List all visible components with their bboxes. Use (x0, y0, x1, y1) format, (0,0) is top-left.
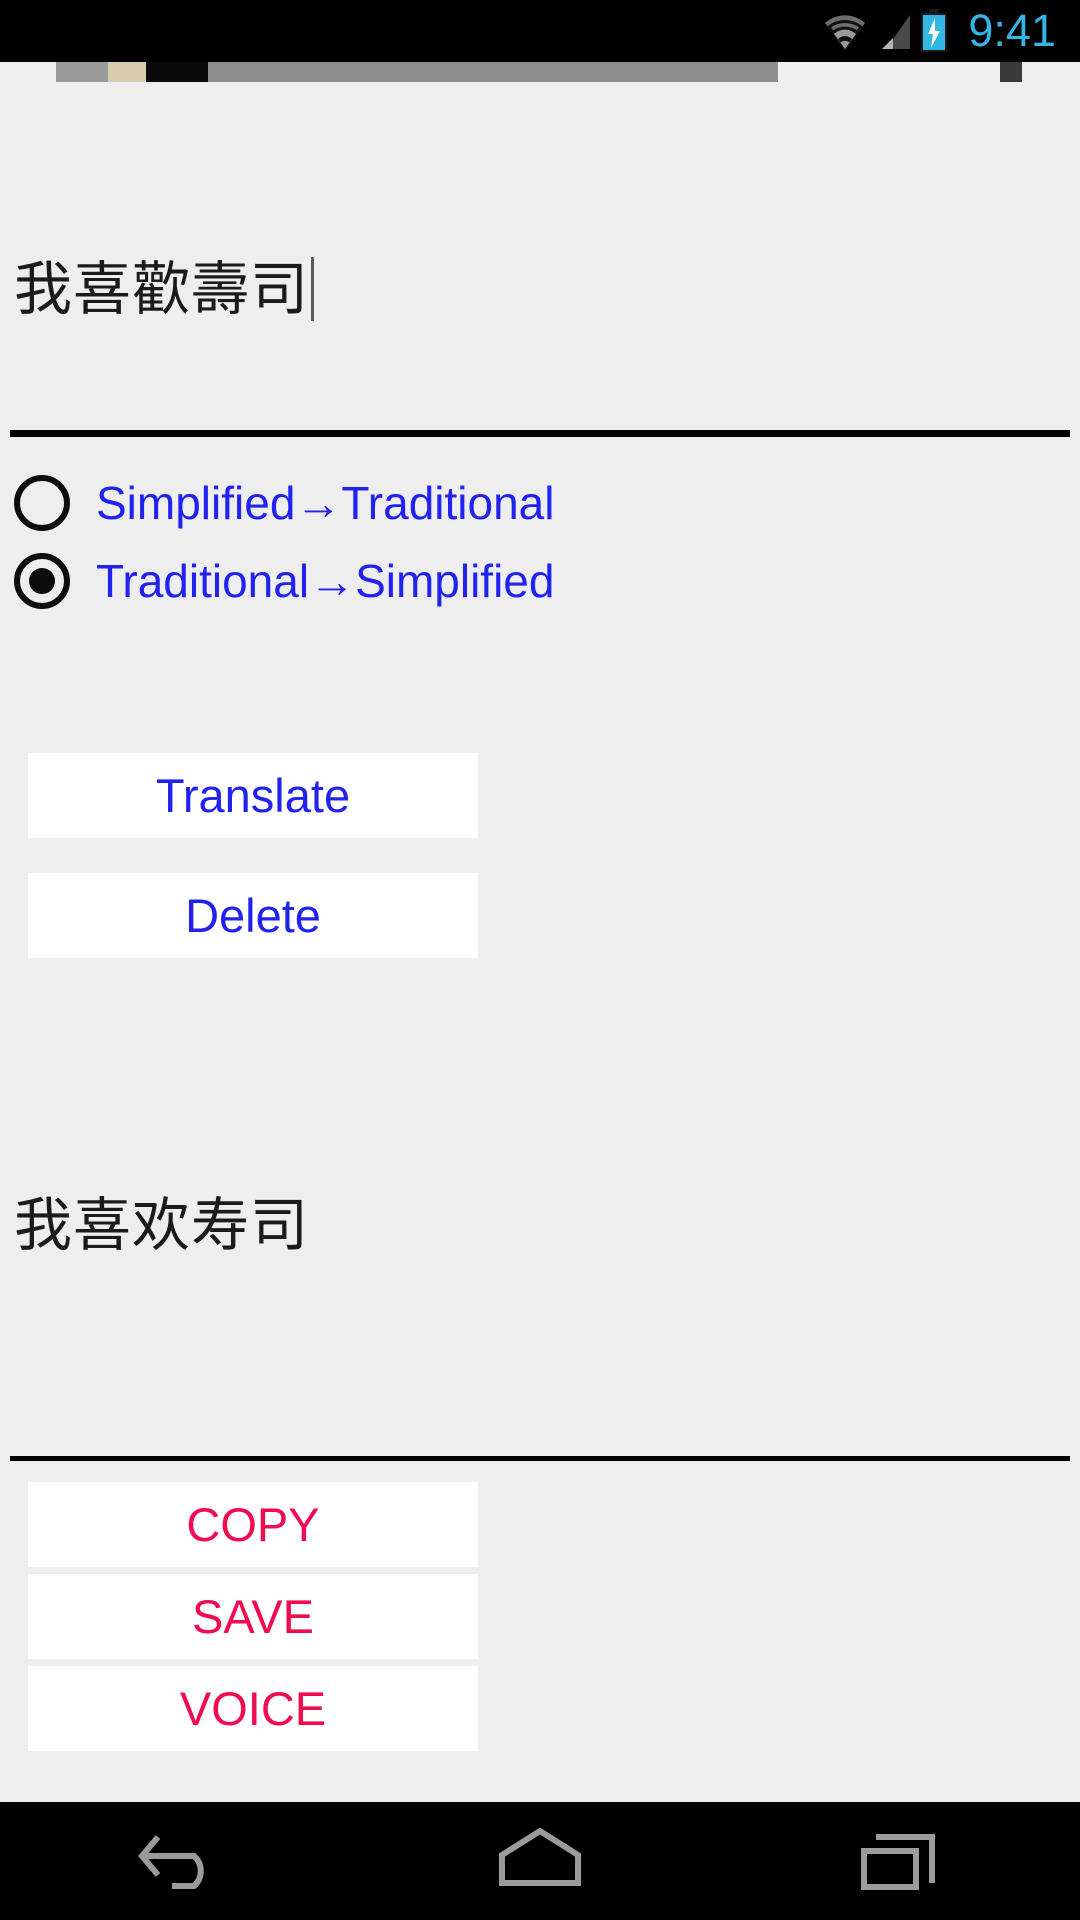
divider-top (10, 430, 1070, 437)
nav-back-button[interactable] (80, 1802, 280, 1920)
status-icon-group: 9:41 (822, 0, 1056, 62)
nav-home-button[interactable] (440, 1802, 640, 1920)
divider-bottom (10, 1456, 1070, 1461)
result-text-output: 我喜欢寿司 (14, 1190, 1064, 1260)
result-text-value: 我喜欢寿司 (14, 1191, 310, 1259)
battery-charging-icon (920, 9, 948, 53)
voice-button[interactable]: VOICE (28, 1666, 478, 1751)
home-icon (494, 1825, 586, 1897)
app-content: 我喜歡壽司 Simplified→Traditional Traditional… (0, 82, 1080, 1802)
clipped-banner-strip (56, 62, 1022, 82)
nav-recents-button[interactable] (800, 1802, 1000, 1920)
text-caret (311, 257, 315, 321)
radio-label-traditional-to-simplified: Traditional→Simplified (96, 555, 555, 607)
direction-radio-group: Simplified→Traditional Traditional→Simpl… (0, 464, 1080, 620)
radio-label-simplified-to-traditional: Simplified→Traditional (96, 477, 555, 529)
save-button[interactable]: SAVE (28, 1574, 478, 1659)
radio-circle-icon[interactable] (14, 475, 70, 531)
translate-button[interactable]: Translate (28, 753, 478, 838)
phone-screen: 9:41 我喜歡壽司 Simplified→Traditional Tradit… (0, 0, 1080, 1920)
radio-option-traditional-to-simplified[interactable]: Traditional→Simplified (0, 542, 1080, 620)
status-bar: 9:41 (0, 0, 1080, 62)
copy-button[interactable]: COPY (28, 1482, 478, 1567)
recents-icon (856, 1825, 944, 1897)
back-icon (132, 1823, 228, 1899)
signal-icon (874, 11, 914, 51)
radio-option-simplified-to-traditional[interactable]: Simplified→Traditional (0, 464, 1080, 542)
status-clock: 9:41 (968, 5, 1056, 56)
source-text-value: 我喜歡壽司 (14, 255, 310, 323)
wifi-icon (822, 11, 868, 51)
delete-button[interactable]: Delete (28, 873, 478, 958)
radio-circle-selected-icon[interactable] (14, 553, 70, 609)
system-navigation-bar (0, 1802, 1080, 1920)
source-text-input[interactable]: 我喜歡壽司 (14, 254, 1064, 324)
